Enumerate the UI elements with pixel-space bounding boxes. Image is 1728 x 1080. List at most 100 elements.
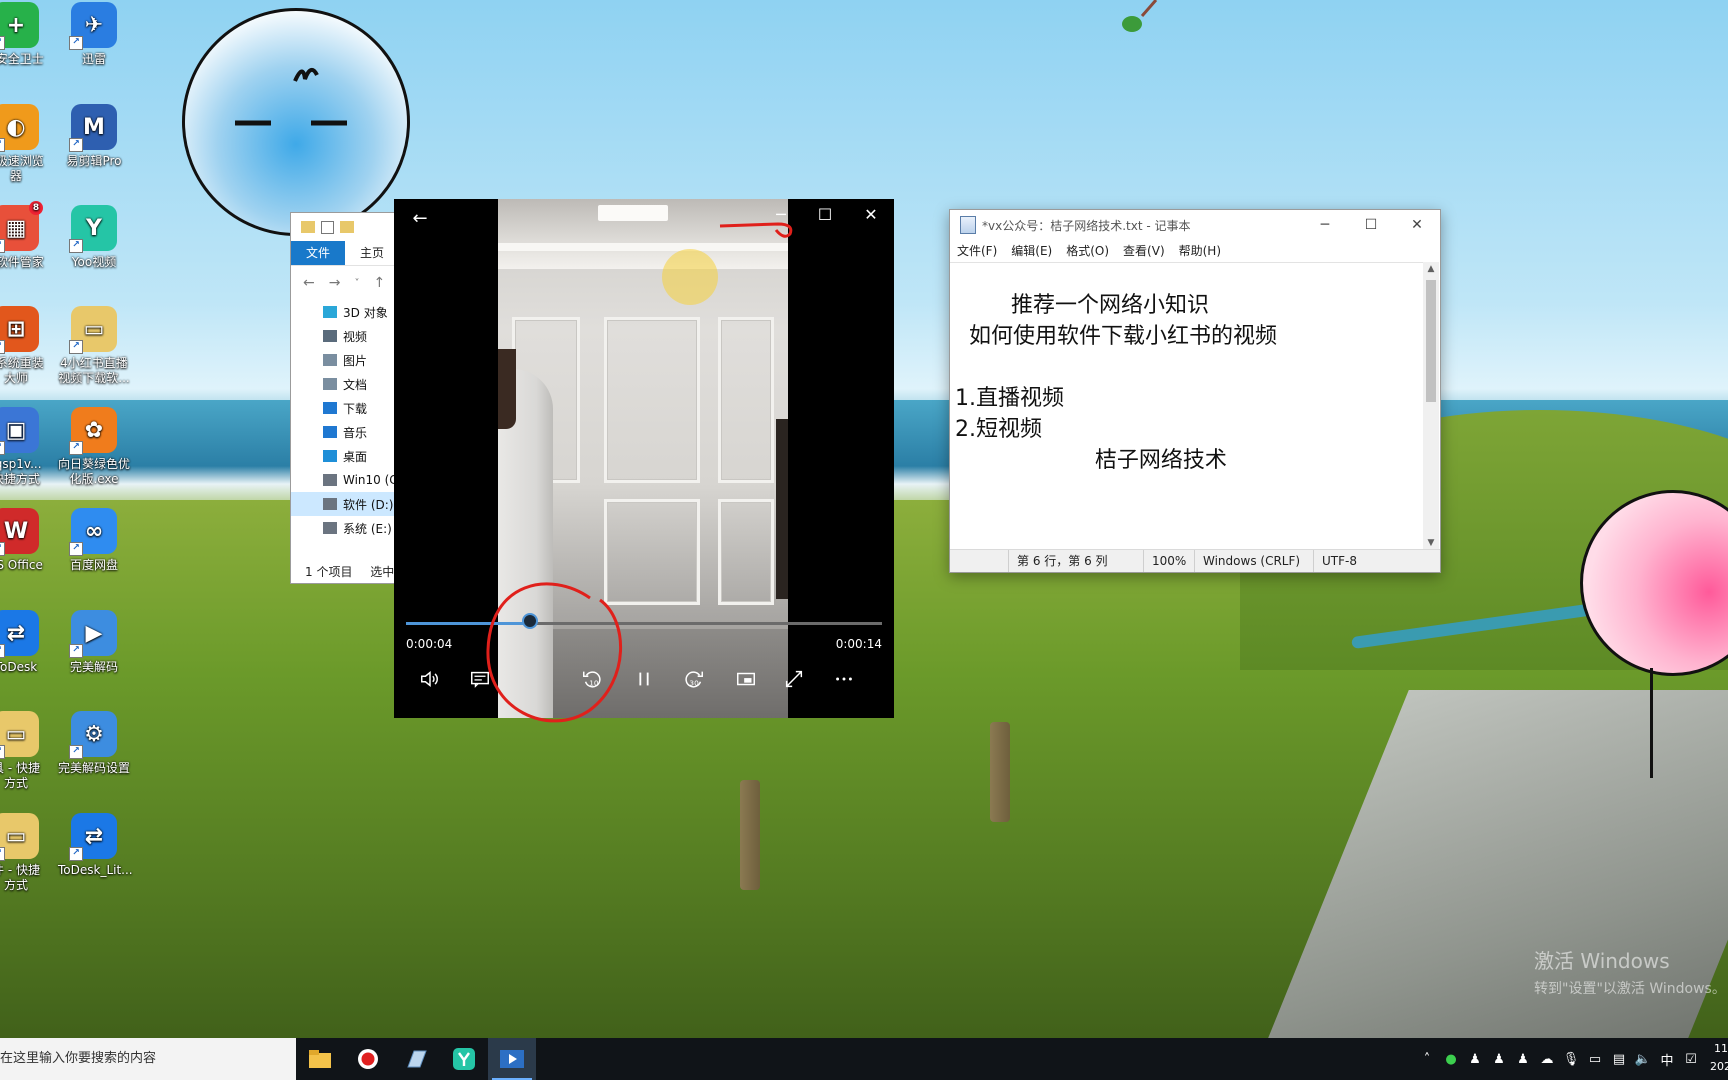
scroll-up-icon[interactable]: ▲ [1423,262,1439,276]
close-button[interactable]: ✕ [1394,217,1440,233]
shortcut-arrow-icon: ↗ [69,644,83,658]
search-input[interactable]: 在这里输入你要搜索的内容 [0,1038,296,1080]
qq-icon[interactable]: ♟ [1514,1052,1532,1067]
menu-item[interactable]: 编辑(E) [1004,242,1059,259]
chevron-up-icon[interactable]: ˄ [1418,1052,1436,1067]
display-icon[interactable]: ▭ [1586,1052,1604,1067]
forward-arrow-icon[interactable]: → [329,275,341,291]
maximize-button[interactable]: ☐ [1348,217,1394,233]
desktop-icon-label: 向日葵绿色优 化版.exe [58,457,131,486]
menu-item[interactable]: 文件(F) [950,242,1004,259]
desktop-icon-xhs-folder[interactable]: ▭ ↗ 4小红书直播 视频下载软... [58,306,130,386]
folder-icon [323,474,337,486]
tree-item[interactable]: 视频 [291,324,401,348]
tree-item[interactable]: Win10 (C [291,468,401,492]
tree-item[interactable]: 桌面 [291,444,401,468]
menu-item[interactable]: 帮助(H) [1172,242,1228,259]
forward-icon: 30 [685,671,703,688]
minimize-button[interactable]: ─ [758,199,804,231]
desktop-icon-wanmei-codec[interactable]: ▶ ↗ 完美解码 [58,610,130,675]
desktop-icon-wanmei-settings[interactable]: ⚙ ↗ 完美解码设置 [58,711,130,776]
tree-item[interactable]: 图片 [291,348,401,372]
desktop-icon-remote[interactable]: ▣↗-qsp1v... 快捷方式 [0,407,52,487]
desktop-icon-yicut[interactable]: M ↗ 易剪辑Pro [58,104,130,169]
vertical-scrollbar[interactable]: ▲ ▼ [1423,262,1439,550]
taskbar-notepad[interactable] [392,1038,440,1080]
video-frame[interactable] [498,199,788,718]
text-editor[interactable]: 推荐一个网络小知识 如何使用软件下载小红书的视频 1.直播视频 2.短视频 桔子网络… [950,262,1423,551]
volume-icon[interactable]: 🔈 [1634,1052,1652,1067]
ime-indicator[interactable]: 中 [1658,1050,1676,1069]
desktop-icon-todesk[interactable]: ⇄↗ ToDesk [0,610,52,675]
qq-icon[interactable]: ♟ [1466,1052,1484,1067]
title-bar[interactable]: *vx公众号：桔子网络技术.txt - 记事本 ─ ☐ ✕ [950,210,1440,240]
captions-button[interactable] [462,661,498,697]
yoo-icon: Y ↗ [69,205,117,253]
desktop-icon-sunflower[interactable]: ✿ ↗ 向日葵绿色优 化版.exe [58,407,130,487]
tree-item[interactable]: 文档 [291,372,401,396]
tree-item[interactable]: 下载 [291,396,401,420]
qq-icon[interactable]: ♟ [1490,1052,1508,1067]
video-player-window[interactable]: ← ─ ☐ ✕ 0:00:04 0:00:14 10 30 [394,199,894,718]
clock[interactable]: 11 202 [1710,1040,1728,1076]
checkbox-icon[interactable] [321,220,334,234]
desktop-icon-wps[interactable]: W↗ PS Office [0,508,52,573]
menu-item[interactable]: 格式(O) [1059,242,1116,259]
cursor-position: 第 6 行，第 6 列 [1008,550,1143,572]
desktop-icon-reinstall[interactable]: ⊞↗0系统重装 大师 [0,306,52,386]
taskbar-file-explorer[interactable] [296,1038,344,1080]
volume-button[interactable] [412,661,448,697]
up-arrow-icon[interactable]: ↑ [373,275,385,291]
navigation-bar: ← → ˅ ↑ [291,266,401,300]
network-icon[interactable]: ▤ [1610,1052,1628,1067]
desktop-icon-tools-folder[interactable]: ▭↗具 - 快捷 方式 [0,711,52,791]
more-options-button[interactable] [826,661,862,697]
rewind-10-button[interactable]: 10 [574,661,610,697]
mini-view-button[interactable] [728,661,764,697]
desktop-icon-label: 百度网盘 [69,558,118,572]
shortcut-arrow-icon: ↗ [69,138,83,152]
tree-item[interactable]: 3D 对象 [291,300,401,324]
desktop-icon-soft-mgr[interactable]: ▦8↗0软件管家 [0,201,52,270]
scroll-thumb[interactable] [1426,280,1436,402]
scroll-down-icon[interactable]: ▼ [1423,536,1439,550]
desktop-icon-yoo[interactable]: Y ↗ Yoo视频 [58,205,130,270]
tree-item[interactable]: 软件 (D:) [291,492,401,516]
forward-30-button[interactable]: 30 [676,661,712,697]
desktop-icon-360-guard[interactable]: +↗ 0安全卫士 [0,2,52,67]
taskbar-recorder[interactable] [344,1038,392,1080]
chevron-down-icon[interactable]: ˅ [354,278,359,289]
menu-item[interactable]: 查看(V) [1116,242,1172,259]
desktop-icon-xunlei[interactable]: ✈ ↗ 迅雷 [58,2,130,67]
microphone-icon[interactable]: 🎙 [1562,1052,1580,1067]
wechat-icon[interactable]: ● [1442,1052,1460,1067]
folder-icon [323,402,337,414]
desktop-icon-files-folder[interactable]: ▭↗件 - 快捷 方式 [0,813,52,893]
tree-item[interactable]: 系统 (E:) [291,516,401,540]
taskbar-yoo[interactable] [440,1038,488,1080]
file-explorer-window[interactable]: 文件 主页 ← → ˅ ↑ 3D 对象视频 图片 文档 下载 音乐 桌面 Win10 (C 软… [290,212,402,584]
minimize-button[interactable]: ─ [1302,217,1348,233]
desktop-icon-todesk-lite[interactable]: ⇄ ↗ ToDesk_Lit... [58,813,133,878]
pause-icon [639,672,649,686]
fullscreen-button[interactable] [776,661,812,697]
maximize-button[interactable]: ☐ [802,199,848,231]
tree-item[interactable]: 音乐 [291,420,401,444]
notepad-window[interactable]: *vx公众号：桔子网络技术.txt - 记事本 ─ ☐ ✕ 文件(F) 编辑(E)… [949,209,1441,573]
close-button[interactable]: ✕ [848,199,894,231]
pause-button[interactable] [626,661,662,697]
desktop-icon-360-browser[interactable]: ◐↗0极速浏览 器 [0,104,52,184]
tab-home[interactable]: 主页 [345,241,399,265]
desktop-icon-label: Yoo视频 [71,255,117,269]
seek-bar[interactable] [406,613,882,629]
tab-file[interactable]: 文件 [291,241,345,265]
desktop-icon-baidu-pan[interactable]: ∞ ↗ 百度网盘 [58,508,130,573]
tree-item-label: 3D 对象 [343,305,388,320]
seek-thumb[interactable] [522,613,538,629]
back-arrow-icon[interactable]: ← [303,275,315,291]
360-browser-icon: ◐↗ [0,104,39,152]
notification-icon[interactable]: ☑ [1682,1052,1700,1067]
back-arrow-icon[interactable]: ← [408,207,432,231]
taskbar-media-player[interactable] [488,1038,536,1080]
cloud-icon[interactable]: ☁ [1538,1052,1556,1067]
